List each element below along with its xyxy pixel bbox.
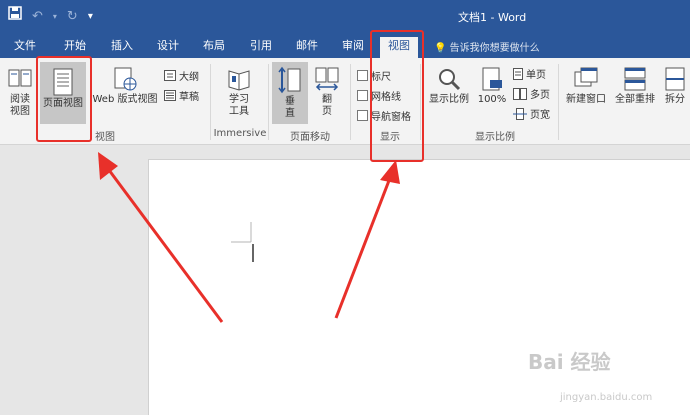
vertical-button[interactable]: 垂 直 [272, 62, 308, 124]
page-width-button[interactable]: 页宽 [513, 106, 550, 121]
draft-icon [164, 90, 176, 101]
group-divider [420, 64, 421, 140]
save-icon[interactable] [8, 6, 22, 27]
multiple-pages-icon [513, 87, 527, 100]
tab-layout[interactable]: 布局 [203, 39, 225, 53]
navigation-pane-checkbox[interactable]: 导航窗格 [357, 108, 411, 123]
multiple-pages-button[interactable]: 多页 [513, 86, 550, 101]
arrange-all-button[interactable]: 全部重排 [612, 66, 658, 106]
outline-button[interactable]: 大纲 [164, 68, 199, 83]
print-layout-button[interactable]: 页面视图 [40, 62, 86, 124]
side-to-side-button[interactable]: 翻 页 [312, 66, 342, 118]
arrange-all-label: 全部重排 [615, 94, 655, 105]
read-mode-icon [8, 69, 32, 87]
new-window-label: 新建窗口 [566, 94, 606, 105]
page-width-icon [513, 107, 527, 120]
zoom-100-label: 100% [477, 94, 507, 105]
gridlines-label: 网格线 [371, 92, 401, 103]
one-page-icon [513, 67, 523, 80]
tab-insert[interactable]: 插入 [111, 39, 133, 53]
outline-icon [164, 70, 176, 81]
zoom-100-icon [482, 67, 502, 91]
web-layout-label: Web 版式视图 [92, 94, 158, 105]
split-button[interactable]: 拆分 [660, 66, 690, 106]
customize-icon[interactable]: ▾ [88, 7, 93, 27]
group-divider [210, 64, 211, 140]
group-divider [558, 64, 559, 140]
learning-tools-label: 学习 工具 [229, 94, 249, 117]
tab-view[interactable]: 视图 [380, 37, 418, 58]
read-mode-label: 阅读 视图 [10, 94, 30, 117]
multiple-pages-label: 多页 [530, 90, 550, 101]
side-to-side-label: 翻 页 [322, 94, 332, 117]
ribbon: 阅读 视图 页面视图 Web 版式视图 大纲 草稿 视图 学习 工具 Immer… [0, 58, 690, 145]
split-label: 拆分 [665, 94, 685, 105]
group-divider [268, 64, 269, 140]
navigation-pane-label: 导航窗格 [371, 112, 411, 123]
gridlines-checkbox[interactable]: 网格线 [357, 88, 401, 103]
learning-tools-button[interactable]: 学习 工具 [220, 66, 258, 118]
vertical-label: 垂 直 [285, 96, 295, 119]
views-group-label: 视图 [95, 132, 115, 143]
watermark: Bai 经验 [528, 350, 611, 374]
gridlines-checkbox-box[interactable] [357, 90, 368, 101]
page-width-label: 页宽 [530, 110, 550, 121]
tab-design[interactable]: 设计 [157, 39, 179, 53]
ruler-checkbox-box[interactable] [357, 70, 368, 81]
show-group-label: 显示 [380, 132, 400, 143]
zoom-label: 显示比例 [429, 94, 469, 105]
one-page-label: 单页 [526, 70, 546, 81]
navigation-pane-checkbox-box[interactable] [357, 110, 368, 121]
vertical-scroll-icon [278, 66, 301, 94]
arrange-all-icon [624, 67, 646, 91]
ribbon-tab-bar: 文件 开始 插入 设计 布局 引用 邮件 审阅 视图 💡 告诉我你想要做什么 [0, 34, 690, 58]
split-icon [665, 67, 685, 91]
tell-me-text: 告诉我你想要做什么 [449, 43, 540, 54]
immersive-group-label: Immersive [213, 128, 267, 139]
draft-button[interactable]: 草稿 [164, 88, 199, 103]
undo-icon[interactable]: ↶ [32, 7, 43, 27]
page-movement-group-label: 页面移动 [290, 132, 330, 143]
watermark-url: jingyan.baidu.com [560, 392, 653, 403]
document-page[interactable] [148, 159, 690, 415]
read-mode-button[interactable]: 阅读 视图 [4, 66, 36, 118]
tab-file[interactable]: 文件 [14, 39, 36, 53]
outline-label: 大纲 [179, 72, 199, 83]
new-window-icon [574, 67, 598, 87]
lightbulb-icon: 💡 [434, 43, 447, 54]
zoom-button[interactable]: 显示比例 [426, 66, 472, 106]
new-window-button[interactable]: 新建窗口 [562, 66, 610, 106]
one-page-button[interactable]: 单页 [513, 66, 546, 81]
tab-mailings[interactable]: 邮件 [296, 39, 318, 53]
zoom-group-label: 显示比例 [475, 132, 515, 143]
print-layout-icon [53, 68, 73, 96]
print-layout-label: 页面视图 [43, 98, 83, 109]
ruler-label: 标尺 [371, 72, 391, 83]
side-to-side-icon [315, 67, 339, 91]
chevron-down-icon[interactable]: ▾ [53, 7, 57, 27]
magnifier-icon [439, 69, 461, 91]
learning-tools-icon [228, 70, 250, 91]
tab-home[interactable]: 开始 [64, 39, 86, 53]
text-cursor [231, 222, 254, 262]
quick-access-toolbar: ↶ ▾ ↻ ▾ [8, 6, 93, 27]
draft-label: 草稿 [179, 92, 199, 103]
document-title: 文档1 - Word [458, 11, 527, 24]
title-bar: ↶ ▾ ↻ ▾ 文档1 - Word [0, 0, 690, 34]
tab-references[interactable]: 引用 [250, 39, 272, 53]
ruler-checkbox[interactable]: 标尺 [357, 68, 391, 83]
web-layout-button[interactable]: Web 版式视图 [90, 66, 160, 106]
group-divider [350, 64, 351, 140]
redo-icon[interactable]: ↻ [67, 7, 78, 27]
web-layout-icon [114, 67, 137, 91]
zoom-100-button[interactable]: 100% [476, 66, 508, 106]
tell-me-box[interactable]: 💡 告诉我你想要做什么 [434, 39, 540, 54]
tab-review[interactable]: 审阅 [342, 39, 364, 53]
